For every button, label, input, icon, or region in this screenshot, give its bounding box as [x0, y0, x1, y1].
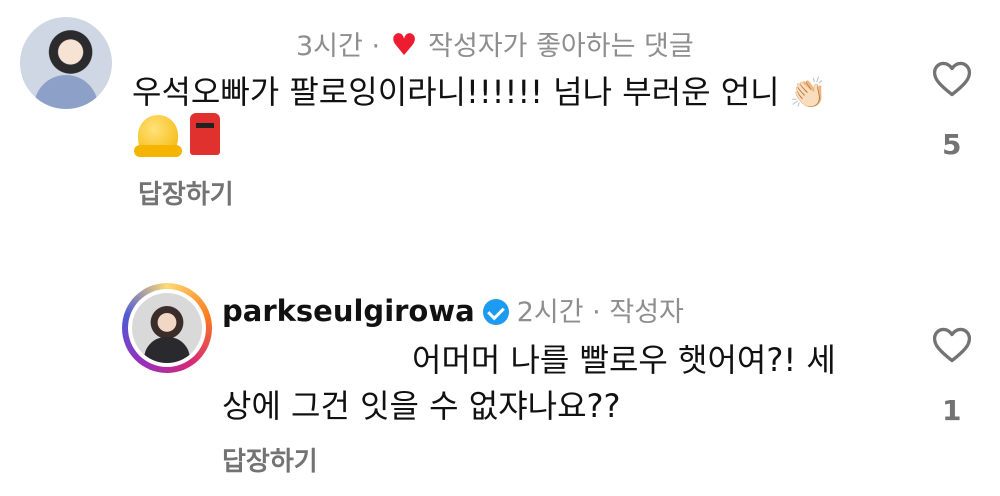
- heart-outline-icon[interactable]: [930, 323, 974, 367]
- comment-time: 3시간: [296, 31, 363, 62]
- postbox-emoji: [190, 113, 220, 155]
- avatar-figure: [34, 75, 98, 109]
- reply-meta: 2시간 · 작성자: [517, 297, 684, 328]
- like-count: 5: [942, 128, 962, 161]
- meta-separator: ·: [592, 297, 601, 328]
- reply-avatar[interactable]: [122, 283, 212, 373]
- avatar-ring-gap: [128, 289, 206, 367]
- comment-text-body: 우석오빠가 팔로잉이라니!!!!!! 넘나 부러운 언니: [132, 73, 780, 111]
- heart-outline-icon[interactable]: [930, 57, 974, 101]
- clapping-hands-emoji: 👏🏻: [789, 76, 828, 111]
- verified-badge-icon: [482, 299, 509, 325]
- avatar-photo: [132, 293, 202, 363]
- comment-meta: 3시간 · ♥ 작성자가 좋아하는 댓글: [296, 24, 694, 63]
- melting-face-emoji: [134, 115, 182, 157]
- commenter-avatar[interactable]: [20, 17, 112, 109]
- avatar-figure: [144, 337, 190, 363]
- emoji-row: [134, 113, 220, 157]
- reply-time: 2시간: [516, 297, 584, 328]
- meta-separator: ·: [371, 31, 381, 62]
- username-link[interactable]: parkseulgirowa: [222, 294, 475, 328]
- reply-header: parkseulgirowa 2시간 · 작성자: [222, 290, 684, 329]
- author-label: 작성자: [609, 297, 684, 328]
- heart-filled-icon: ♥: [390, 28, 418, 63]
- reply-text-line-1: 어머머 나를 빨로우 햇어여?! 세: [412, 341, 836, 379]
- reply-button[interactable]: 답장하기: [138, 174, 234, 211]
- reply-text-line-2: 상에 그건 잇을 수 없쟈나요??: [222, 387, 621, 425]
- comment-text: 우석오빠가 팔로잉이라니!!!!!! 넘나 부러운 언니 👏🏻: [132, 70, 827, 116]
- like-count: 1: [942, 394, 962, 427]
- author-liked-label: 작성자가 좋아하는 댓글: [428, 31, 694, 62]
- reply-button[interactable]: 답장하기: [222, 441, 318, 478]
